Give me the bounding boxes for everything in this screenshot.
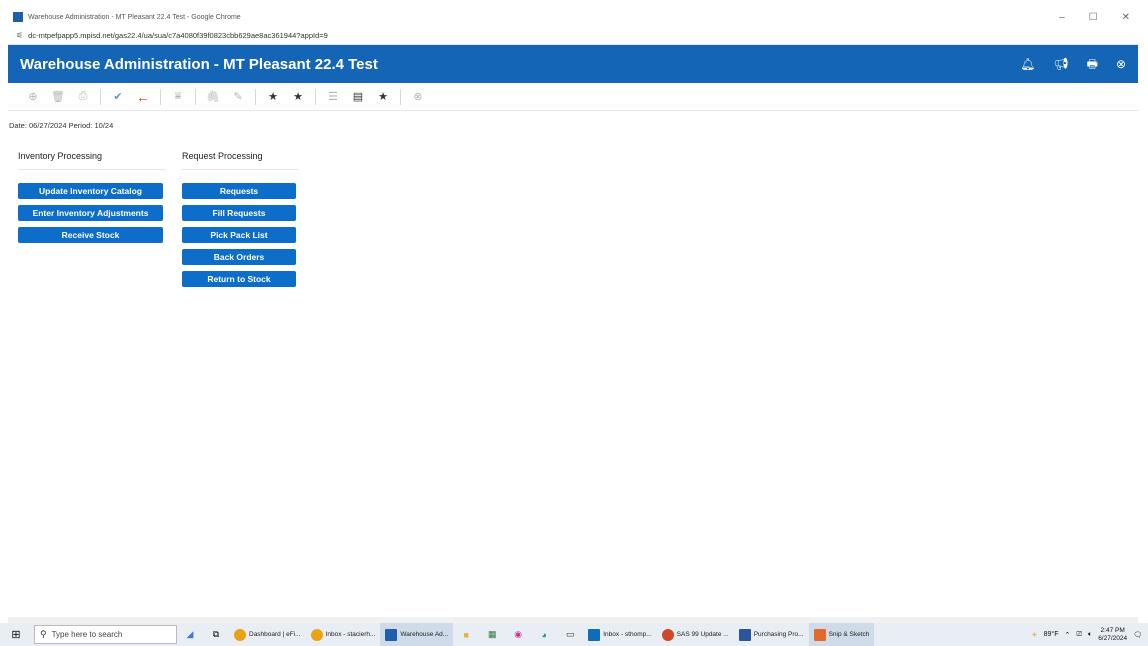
taskbar-app-label: Dashboard | eFi... xyxy=(249,631,301,638)
date-period-label: Date: 06/27/2024 Period: 10/24 xyxy=(9,121,114,130)
update-inventory-catalog-button[interactable]: Update Inventory Catalog xyxy=(18,183,163,199)
toolbar-divider xyxy=(400,88,401,105)
powerpoint-icon xyxy=(661,628,674,641)
megaphone-icon[interactable]: 📢︎ xyxy=(1053,58,1068,70)
add-favorite-icon[interactable]: ★ xyxy=(262,86,284,108)
windows-taskbar: ⊞ ⚲ Type here to search ◢ ⧉ Dashboard | … xyxy=(0,623,1148,646)
file-explorer-icon[interactable]: ■ xyxy=(457,628,475,642)
toolbar-divider xyxy=(255,88,256,105)
system-tray: ☀ 89°F ⌃ ⎚ 🔈︎ 2:47 PM 6/27/2024 🗨︎ xyxy=(1031,623,1142,646)
receive-stock-button[interactable]: Receive Stock xyxy=(18,227,163,243)
close-window-button[interactable]: ✕ xyxy=(1122,12,1130,23)
chevron-up-icon[interactable]: ⌃ xyxy=(1065,631,1071,639)
chrome-icon xyxy=(234,628,246,641)
taskbar-app-label: Inbox - sthomp... xyxy=(603,631,652,638)
toolbar-divider xyxy=(315,88,316,105)
taskbar-app-label: Purchasing Pro... xyxy=(753,631,804,638)
word-icon xyxy=(738,628,751,641)
toolbar-divider xyxy=(160,88,161,105)
requests-button[interactable]: Requests xyxy=(182,183,296,199)
notifications-icon[interactable]: 🗨︎ xyxy=(1133,631,1142,639)
search-placeholder: Type here to search xyxy=(51,630,123,639)
fill-requests-button[interactable]: Fill Requests xyxy=(182,205,296,221)
page-title: Warehouse Administration - MT Pleasant 2… xyxy=(20,55,378,73)
app-favicon-icon xyxy=(13,12,23,22)
taskbar-app-word[interactable]: Purchasing Pro... xyxy=(734,623,809,646)
edit-note-icon[interactable]: ✎ xyxy=(227,86,249,108)
return-to-stock-button[interactable]: Return to Stock xyxy=(182,271,296,287)
address-bar[interactable]: ⚟ dc-mtpefpapp5.mpisd.net/gas22.4/ua/sua… xyxy=(8,27,1138,45)
volume-icon[interactable]: 🔈︎ xyxy=(1088,631,1092,639)
toolbar-divider xyxy=(100,88,101,105)
add-icon[interactable]: ⊕ xyxy=(22,86,44,108)
app-header: Warehouse Administration - MT Pleasant 2… xyxy=(8,45,1138,83)
pick-pack-list-button[interactable]: Pick Pack List xyxy=(182,227,296,243)
calendar-app-icon[interactable]: ▦ xyxy=(483,628,501,642)
star-icon[interactable]: ★ xyxy=(372,86,394,108)
accept-icon[interactable]: ✔ xyxy=(107,86,129,108)
back-orders-button[interactable]: Back Orders xyxy=(182,249,296,265)
taskbar-app-outlook[interactable]: Inbox - sthomp... xyxy=(583,623,656,646)
heading-divider xyxy=(18,169,166,170)
print-icon[interactable]: ⎙ xyxy=(72,86,94,108)
site-info-icon[interactable]: ⚟ xyxy=(16,31,23,40)
windows-start-icon[interactable]: ⊞ xyxy=(6,628,26,641)
document-icon[interactable]: ▤ xyxy=(347,86,369,108)
news-widget-icon[interactable]: ◢ xyxy=(181,628,199,642)
taskbar-app-warehouse[interactable]: Warehouse Ad... xyxy=(380,623,454,646)
taskbar-app-label: Inbox - stacierh... xyxy=(325,631,376,638)
taskbar-app-label: Warehouse Ad... xyxy=(400,631,449,638)
chrome-icon xyxy=(310,628,323,641)
minimize-button[interactable]: – xyxy=(1059,12,1065,23)
request-processing-heading: Request Processing xyxy=(182,151,263,161)
task-view-icon[interactable]: ⧉ xyxy=(207,628,225,642)
taskbar-app-chrome-inbox[interactable]: Inbox - stacierh... xyxy=(306,623,381,646)
taskbar-app-snip-sketch[interactable]: Snip & Sketch xyxy=(808,623,875,646)
delete-icon[interactable]: 🗑︎ xyxy=(47,86,69,108)
taskbar-app-powerpoint[interactable]: SAS 99 Update ... xyxy=(657,623,734,646)
report-icon[interactable]: ☰ xyxy=(322,86,344,108)
taskbar-app-chrome-dashboard[interactable]: Dashboard | eFi... xyxy=(229,623,306,646)
edge-icon[interactable]: ◕ xyxy=(535,628,553,642)
terminal-icon[interactable]: ▭ xyxy=(561,628,579,642)
toolbar-divider xyxy=(195,88,196,105)
weather-icon[interactable]: ☀ xyxy=(1031,631,1037,639)
date-label: 6/27/2024 xyxy=(1098,634,1128,642)
outlook-icon xyxy=(588,628,601,641)
attachment-icon[interactable]: 🖇︎ xyxy=(202,86,224,108)
remove-favorite-icon[interactable]: ★ xyxy=(287,86,309,108)
printer-icon[interactable]: 🖶 xyxy=(1087,58,1098,70)
toolbar: ⊕ 🗑︎ ⎙ ✔ ← ⩸ 🖇︎ ✎ ★ ★ ☰ ▤ ★ ⊗ xyxy=(8,83,1138,111)
snip-sketch-icon xyxy=(813,628,826,641)
url-text[interactable]: dc-mtpefpapp5.mpisd.net/gas22.4/ua/sua/c… xyxy=(28,31,328,40)
request-processing-panel: Request Processing Requests Fill Request… xyxy=(182,151,298,293)
window-title: Warehouse Administration - MT Pleasant 2… xyxy=(28,13,241,21)
clock[interactable]: 2:47 PM 6/27/2024 xyxy=(1098,627,1127,643)
itunes-icon[interactable]: ◉ xyxy=(509,628,527,642)
back-arrow-icon[interactable]: ← xyxy=(132,86,154,108)
bell-icon[interactable]: 🔔︎ xyxy=(1020,58,1035,70)
header-actions: 🔔︎ 📢︎ 🖶 ⊗ xyxy=(1020,45,1126,83)
warehouse-app-icon xyxy=(385,628,398,641)
close-circle-icon[interactable]: ⊗ xyxy=(1116,58,1126,70)
search-icon: ⚲ xyxy=(40,629,47,639)
temperature-label[interactable]: 89°F xyxy=(1044,631,1059,638)
taskbar-app-label: SAS 99 Update ... xyxy=(676,631,729,638)
network-icon[interactable]: ⎚ xyxy=(1076,631,1082,639)
taskbar-search-input[interactable]: ⚲ Type here to search xyxy=(34,625,177,644)
heading-divider xyxy=(182,169,298,170)
enter-inventory-adjustments-button[interactable]: Enter Inventory Adjustments xyxy=(18,205,163,221)
cancel-circle-icon[interactable]: ⊗ xyxy=(407,86,429,108)
time-label: 2:47 PM xyxy=(1100,626,1125,634)
filter-icon[interactable]: ⩸ xyxy=(167,86,189,108)
inventory-processing-heading: Inventory Processing xyxy=(18,151,103,161)
browser-title-bar: Warehouse Administration - MT Pleasant 2… xyxy=(8,7,1138,27)
maximize-button[interactable]: ☐ xyxy=(1089,12,1098,23)
window-controls: – ☐ ✕ xyxy=(1059,7,1130,27)
taskbar-app-label: Snip & Sketch xyxy=(828,631,870,638)
inventory-processing-panel: Inventory Processing Update Inventory Ca… xyxy=(18,151,166,249)
